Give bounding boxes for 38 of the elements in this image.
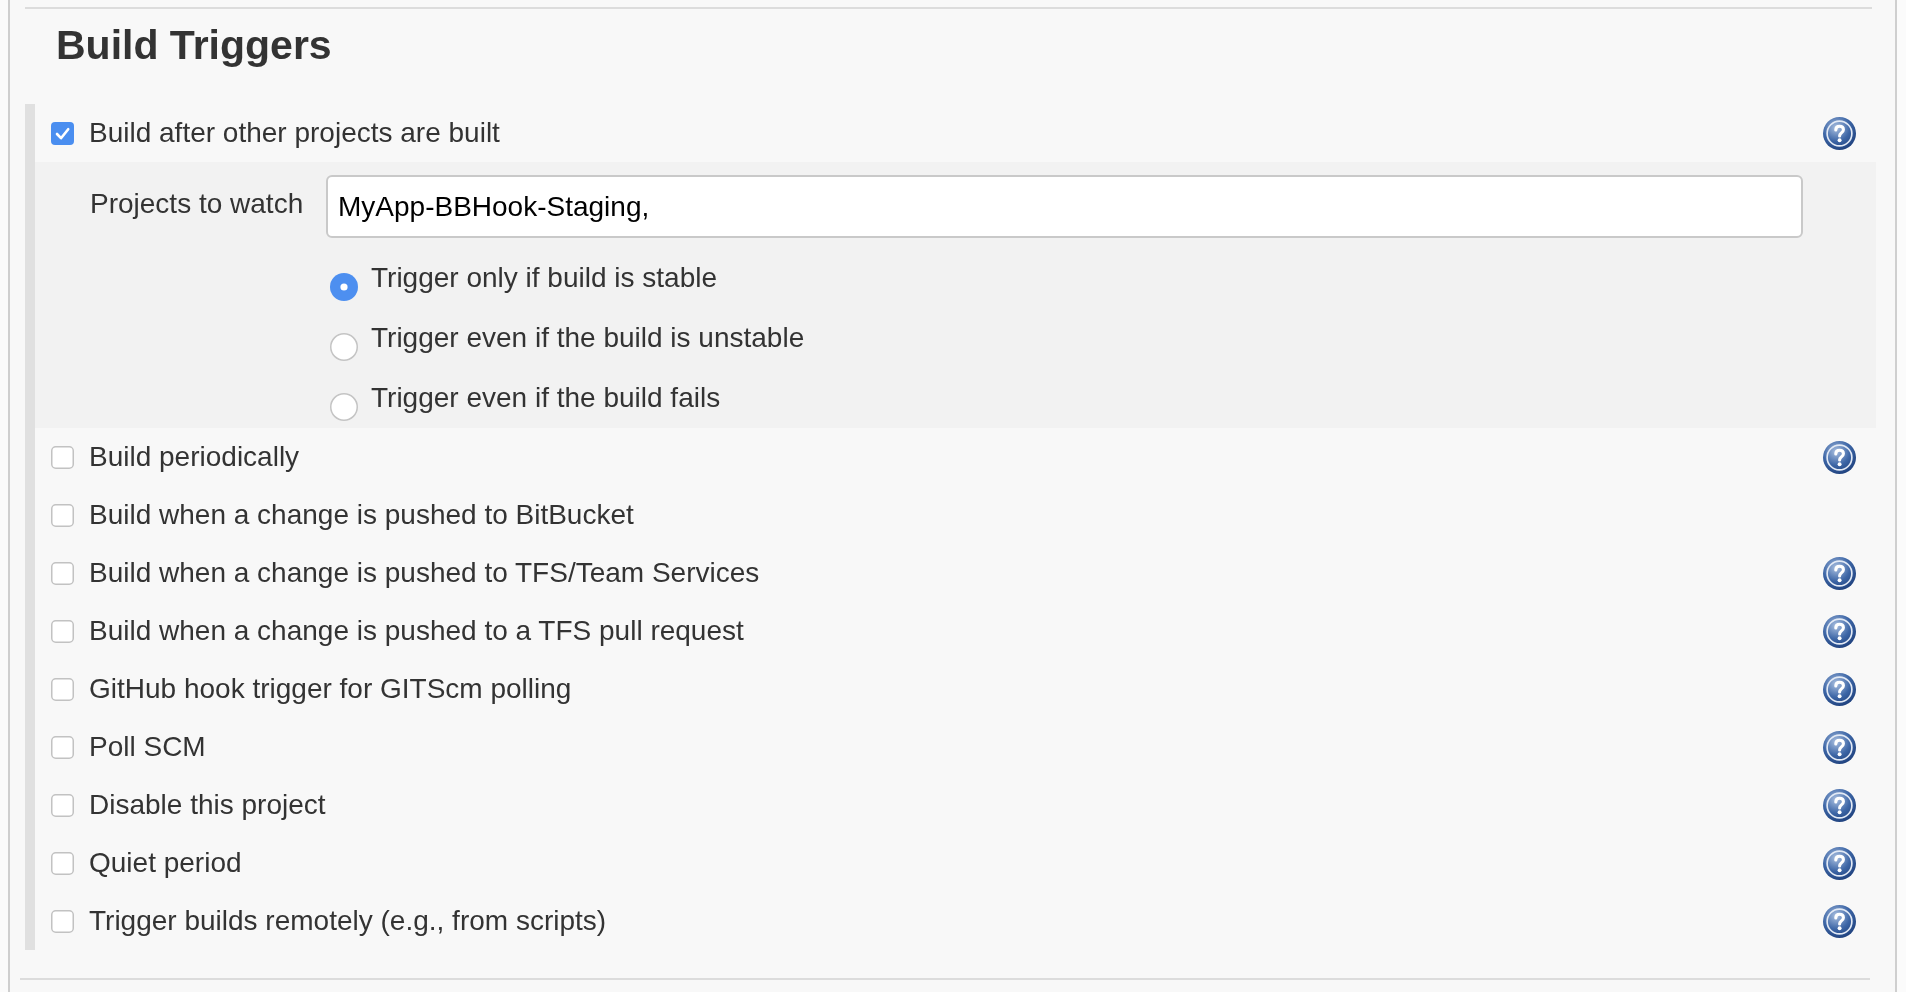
checkbox-label: Quiet period [89, 846, 242, 880]
help-icon[interactable] [1823, 730, 1856, 764]
checkbox-label: Poll SCM [89, 730, 206, 764]
checkbox-label: Build after other projects are built [89, 116, 500, 150]
checkbox[interactable] [51, 735, 74, 759]
help-icon[interactable] [1823, 672, 1856, 706]
checkbox-label: Build when a change is pushed to a TFS pull request [89, 614, 744, 648]
field-label: Projects to watch [90, 187, 305, 221]
checkbox[interactable] [51, 793, 74, 817]
help-icon[interactable] [1823, 440, 1856, 474]
help-icon[interactable] [1823, 788, 1856, 822]
help-icon[interactable] [1823, 904, 1856, 938]
help-icon[interactable] [1823, 556, 1856, 590]
radio-label: Trigger only if build is stable [371, 261, 717, 295]
radio-label: Trigger even if the build is unstable [371, 321, 805, 355]
checkbox[interactable] [51, 677, 74, 701]
section-title: Build Triggers [56, 21, 332, 70]
checkbox-label: Disable this project [89, 788, 326, 822]
checkbox[interactable] [51, 561, 74, 585]
checkbox[interactable] [51, 503, 74, 527]
checkbox[interactable] [51, 851, 74, 875]
checkbox[interactable] [51, 909, 74, 933]
checkbox-label: Trigger builds remotely (e.g., from scripts) [89, 904, 607, 938]
radio-label: Trigger even if the build fails [371, 381, 721, 415]
help-icon[interactable] [1823, 116, 1856, 150]
help-icon[interactable] [1823, 614, 1856, 648]
checkbox-label: Build periodically [89, 440, 300, 474]
radio-button[interactable] [330, 273, 358, 301]
radio-button[interactable] [330, 393, 358, 421]
checkbox-label: GitHub hook trigger for GITScm polling [89, 672, 572, 706]
text-field[interactable]: MyApp-BBHook-Staging, [326, 175, 1803, 238]
checkbox-label: Build when a change is pushed to TFS/Team Services [89, 556, 760, 590]
checkbox-label: Build when a change is pushed to BitBucket [89, 498, 634, 532]
checkbox[interactable] [51, 619, 74, 643]
radio-button[interactable] [330, 333, 358, 361]
help-icon[interactable] [1823, 846, 1856, 880]
checkbox[interactable] [51, 445, 74, 469]
checkbox[interactable] [51, 121, 74, 145]
